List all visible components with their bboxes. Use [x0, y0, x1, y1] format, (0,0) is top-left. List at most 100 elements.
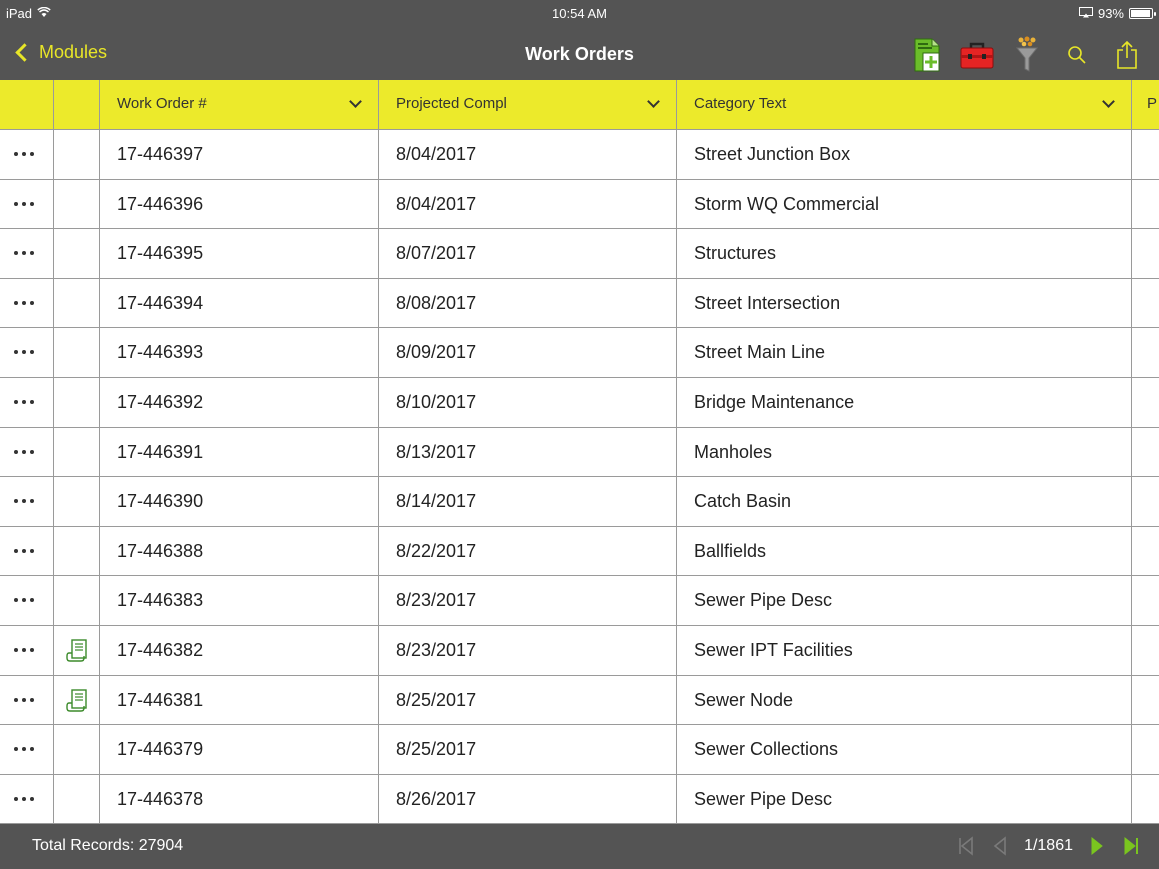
work-order-number: 17-446382: [117, 639, 204, 660]
projected-compl-cell: 8/25/2017: [379, 725, 677, 774]
table-row[interactable]: 17-446397 8/04/2017 Street Junction Box: [0, 130, 1159, 180]
last-page-button[interactable]: [1121, 834, 1141, 858]
table-row[interactable]: 17-446381 8/25/2017 Sewer Node: [0, 675, 1159, 726]
filter-button[interactable]: [1009, 36, 1045, 74]
table-row[interactable]: 17-446394 8/08/2017 Street Intersection: [0, 278, 1159, 329]
more-options-icon[interactable]: [14, 796, 34, 801]
status-bar: iPad 10:54 AM 93%: [0, 0, 1159, 30]
row-actions-cell[interactable]: [0, 328, 54, 377]
table-row[interactable]: 17-446383 8/23/2017 Sewer Pipe Desc: [0, 576, 1159, 626]
header-label: Work Order #: [117, 95, 207, 112]
next-col-cell: [1132, 378, 1159, 427]
more-options-icon[interactable]: [14, 300, 34, 305]
more-options-icon[interactable]: [14, 152, 34, 156]
more-options-icon[interactable]: [14, 548, 34, 553]
row-actions-cell[interactable]: [0, 130, 54, 179]
category-cell: Ballfields: [677, 526, 1132, 576]
projected-compl-date: 8/23/2017: [396, 590, 477, 611]
category-text: Sewer Pipe Desc: [694, 590, 833, 611]
header-actions-col: [0, 80, 54, 130]
table-row[interactable]: 17-446391 8/13/2017 Manholes: [0, 427, 1159, 478]
more-options-icon[interactable]: [14, 499, 34, 504]
row-actions-cell[interactable]: [0, 229, 54, 278]
row-attachment-cell: [54, 328, 100, 377]
header-next-col[interactable]: P: [1132, 80, 1159, 130]
next-col-cell: [1132, 576, 1159, 625]
work-order-number: 17-446395: [117, 243, 204, 264]
share-button[interactable]: [1109, 36, 1145, 74]
nav-bar: Modules Work Orders: [0, 30, 1159, 80]
category-cell: Street Intersection: [677, 278, 1132, 328]
work-order-number: 17-446388: [117, 540, 204, 561]
category-text: Structures: [694, 243, 777, 264]
table-row[interactable]: 17-446388 8/22/2017 Ballfields: [0, 526, 1159, 577]
more-options-icon[interactable]: [14, 201, 34, 206]
next-col-cell: [1132, 725, 1159, 774]
row-actions-cell[interactable]: [0, 278, 54, 328]
table-row[interactable]: 17-446378 8/26/2017 Sewer Pipe Desc: [0, 774, 1159, 824]
table-row[interactable]: 17-446382 8/23/2017 Sewer IPT Facilities: [0, 625, 1159, 676]
header-work-order[interactable]: Work Order #: [100, 80, 379, 130]
header-category-text[interactable]: Category Text: [677, 80, 1132, 130]
work-order-cell: 17-446392: [100, 377, 379, 427]
projected-compl-cell: 8/26/2017: [379, 774, 677, 824]
page-indicator: 1/1861: [1024, 837, 1073, 854]
projected-compl-cell: 8/23/2017: [379, 576, 677, 625]
back-button[interactable]: Modules: [12, 42, 107, 63]
next-page-button[interactable]: [1087, 834, 1107, 858]
category-cell: Street Junction Box: [677, 130, 1132, 179]
row-actions-cell[interactable]: [0, 675, 54, 725]
attachment-icon[interactable]: [66, 688, 88, 718]
row-actions-cell[interactable]: [0, 576, 54, 625]
category-text: Street Intersection: [694, 292, 841, 313]
row-attachment-cell: [54, 130, 100, 179]
more-options-icon[interactable]: [14, 647, 34, 652]
table-row[interactable]: 17-446379 8/25/2017 Sewer Collections: [0, 725, 1159, 775]
projected-compl-date: 8/04/2017: [396, 144, 477, 164]
table-row[interactable]: 17-446393 8/09/2017 Street Main Line: [0, 328, 1159, 378]
row-actions-cell[interactable]: [0, 526, 54, 576]
new-record-button[interactable]: [909, 36, 945, 74]
table-row[interactable]: 17-446390 8/14/2017 Catch Basin: [0, 477, 1159, 527]
row-actions-cell[interactable]: [0, 774, 54, 824]
work-order-number: 17-446379: [117, 739, 204, 760]
category-cell: Sewer Pipe Desc: [677, 774, 1132, 824]
attachment-icon[interactable]: [66, 639, 88, 668]
more-options-icon[interactable]: [14, 399, 34, 404]
toolbox-button[interactable]: [959, 36, 995, 74]
more-options-icon[interactable]: [14, 598, 34, 603]
category-text: Catch Basin: [694, 491, 792, 512]
work-order-number: 17-446393: [117, 342, 204, 363]
category-cell: Sewer IPT Facilities: [677, 625, 1132, 675]
more-options-icon[interactable]: [14, 697, 34, 702]
row-actions-cell[interactable]: [0, 377, 54, 427]
projected-compl-date: 8/14/2017: [396, 491, 477, 512]
battery-percent: 93%: [1097, 6, 1124, 21]
row-actions-cell[interactable]: [0, 179, 54, 229]
projected-compl-date: 8/25/2017: [396, 739, 477, 760]
more-options-icon[interactable]: [14, 350, 34, 355]
footer-bar: Total Records: 27904 1/1861: [0, 824, 1159, 869]
projected-compl-date: 8/23/2017: [396, 639, 477, 660]
projected-compl-date: 8/10/2017: [396, 391, 477, 412]
row-actions-cell[interactable]: [0, 625, 54, 675]
table-row[interactable]: 17-446392 8/10/2017 Bridge Maintenance: [0, 377, 1159, 428]
battery-fill: [1131, 10, 1150, 17]
row-attachment-cell: [54, 427, 100, 477]
first-page-button[interactable]: [956, 834, 976, 858]
search-button[interactable]: [1059, 36, 1095, 74]
table-row[interactable]: 17-446396 8/04/2017 Storm WQ Commercial: [0, 179, 1159, 230]
header-projected-compl[interactable]: Projected Compl: [379, 80, 677, 130]
table-row[interactable]: 17-446395 8/07/2017 Structures: [0, 229, 1159, 279]
row-actions-cell[interactable]: [0, 477, 54, 526]
row-actions-cell[interactable]: [0, 725, 54, 774]
previous-page-button[interactable]: [990, 834, 1010, 858]
row-actions-cell[interactable]: [0, 427, 54, 477]
work-order-number: 17-446378: [117, 788, 204, 809]
more-options-icon[interactable]: [14, 747, 34, 752]
chevron-down-icon: [349, 97, 361, 109]
table-body: 17-446397 8/04/2017 Street Junction Box 17-…: [0, 130, 1159, 824]
total-records: Total Records: 27904: [32, 837, 184, 854]
more-options-icon[interactable]: [14, 449, 34, 454]
more-options-icon[interactable]: [14, 251, 34, 256]
